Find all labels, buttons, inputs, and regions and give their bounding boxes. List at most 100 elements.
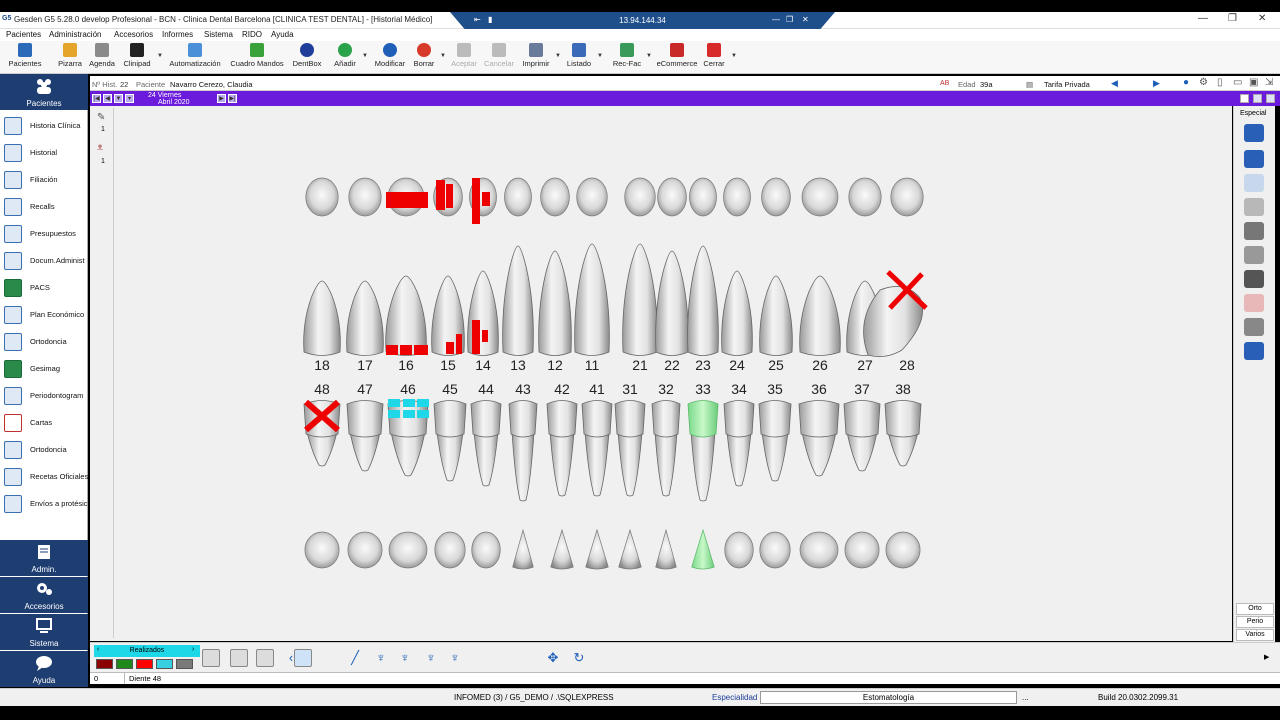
prev-date-icon[interactable]: ◀ — [103, 94, 112, 103]
brace-tool-icon[interactable] — [322, 649, 340, 667]
restore-icon[interactable]: ❐ — [1228, 13, 1237, 24]
nav-section-sistema[interactable]: Sistema — [0, 614, 88, 650]
nav-item-9[interactable]: Gesimag — [4, 356, 88, 382]
curve-tool-icon[interactable] — [294, 649, 312, 667]
incisor-tool-icon[interactable]: ♆ — [422, 649, 440, 667]
line-tool-icon[interactable]: ╱ — [346, 649, 364, 667]
upper-tooth-24[interactable] — [721, 270, 753, 356]
upper-tooth-21[interactable] — [622, 243, 658, 356]
lower-tooth-33[interactable] — [687, 400, 719, 438]
nav-header-pacientes[interactable]: Pacientes — [0, 74, 88, 110]
view-single-icon[interactable] — [1240, 94, 1249, 103]
agenda-button[interactable]: Agenda — [86, 41, 118, 73]
lower-tooth-32[interactable] — [651, 400, 681, 438]
upper-tooth-16[interactable] — [385, 275, 427, 356]
nav-section-accesorios[interactable]: Accesorios — [0, 577, 88, 613]
lower-tooth-43[interactable] — [508, 400, 538, 438]
menu-sistema[interactable]: Sistema — [204, 30, 233, 39]
arch-wire-icon[interactable] — [470, 649, 488, 667]
check-box-icon[interactable] — [256, 649, 274, 667]
upper-tooth-26[interactable] — [799, 275, 841, 356]
lower-occlusal-tooth-34[interactable] — [724, 531, 754, 569]
bottom-scroll-right-icon[interactable]: ▶ — [1264, 653, 1269, 661]
move-tool-icon[interactable]: ✥ — [544, 649, 562, 667]
cerrar-dropdown-icon[interactable]: ▼ — [731, 53, 737, 59]
menu-rido[interactable]: RIDO — [242, 30, 262, 39]
upper-occlusal-tooth-21[interactable] — [624, 177, 656, 217]
odontogram-chart[interactable] — [290, 170, 940, 580]
cancelar-button[interactable]: Cancelar — [483, 41, 515, 73]
color-swatch-1[interactable] — [116, 659, 133, 669]
doctor-icon[interactable] — [1244, 150, 1264, 168]
nav-item-5[interactable]: Docum.Administ — [4, 248, 88, 274]
upper-tooth-11[interactable] — [574, 243, 610, 356]
lower-tooth-41[interactable] — [581, 400, 613, 438]
upper-occlusal-tooth-18[interactable] — [305, 177, 339, 217]
monitor-small-icon[interactable]: ▣ — [1249, 77, 1258, 88]
first-date-icon[interactable]: |◀ — [92, 94, 101, 103]
color-swatch-4[interactable] — [176, 659, 193, 669]
mouth-icon[interactable] — [1244, 270, 1264, 288]
menu-ayuda[interactable]: Ayuda — [271, 30, 294, 39]
lower-occlusal-tooth-43[interactable] — [512, 528, 534, 570]
lower-tooth-31[interactable] — [614, 400, 646, 438]
nav-item-12[interactable]: Ortodoncia — [4, 437, 88, 463]
gums-icon[interactable] — [1244, 294, 1264, 312]
premolar-tool-icon[interactable]: ♆ — [396, 649, 414, 667]
nav-item-11[interactable]: Cartas — [4, 410, 88, 436]
close-window-icon[interactable]: ✕ — [1258, 13, 1266, 24]
nav-item-6[interactable]: PACS — [4, 275, 88, 301]
remote-close-icon[interactable]: ✕ — [802, 15, 809, 24]
lower-occlusal-tooth-48[interactable] — [304, 531, 340, 569]
lower-tooth-34[interactable] — [723, 400, 755, 438]
tooth-root-icon[interactable] — [1244, 198, 1264, 216]
orto-tab[interactable]: Orto — [1236, 603, 1274, 615]
nav-item-7[interactable]: Plan Económico — [4, 302, 88, 328]
lower-occlusal-tooth-32[interactable] — [655, 528, 677, 570]
anadir-dropdown-icon[interactable]: ▼ — [362, 53, 368, 59]
color-swatch-3[interactable] — [156, 659, 173, 669]
realizados-next-icon[interactable]: › — [192, 646, 194, 653]
perio-tab[interactable]: Perio — [1236, 616, 1274, 628]
lower-occlusal-tooth-35[interactable] — [759, 531, 791, 569]
upper-tooth-25[interactable] — [759, 275, 793, 356]
nav-item-8[interactable]: Ortodoncia — [4, 329, 88, 355]
lower-occlusal-tooth-44[interactable] — [471, 531, 501, 569]
next-patient-icon[interactable]: ▶ — [1153, 78, 1160, 89]
nav-section-admin[interactable]: Admin. — [0, 540, 88, 576]
ecommerce-button[interactable]: eCommerce — [655, 41, 699, 73]
upper-occlusal-tooth-22[interactable] — [657, 177, 687, 217]
pizarra-button[interactable]: Pizarra — [55, 41, 85, 73]
lower-occlusal-tooth-36[interactable] — [799, 531, 839, 569]
down-date-icon[interactable]: ▾ — [125, 94, 134, 103]
lower-tooth-38[interactable] — [884, 400, 922, 438]
teeth-tool-icon[interactable]: ᴥ — [97, 142, 103, 153]
varios-tab[interactable]: Varios — [1236, 629, 1274, 641]
pacientes-button[interactable]: Pacientes — [6, 41, 44, 73]
upper-occlusal-tooth-27[interactable] — [848, 177, 882, 217]
especialidad-more-icon[interactable]: ... — [1022, 693, 1029, 702]
lower-occlusal-tooth-46[interactable] — [388, 531, 428, 569]
document-icon[interactable]: ▯ — [1217, 77, 1223, 88]
upper-occlusal-tooth-26[interactable] — [801, 177, 839, 217]
prev-patient-icon[interactable]: ◀ — [1111, 78, 1118, 89]
rotate-tool-icon[interactable]: ↻ — [570, 649, 588, 667]
anadir-button[interactable]: Añadir — [331, 41, 359, 73]
nav-section-ayuda[interactable]: Ayuda — [0, 651, 88, 687]
pencil-icon[interactable] — [230, 649, 248, 667]
upper-tooth-12[interactable] — [538, 250, 572, 356]
menu-informes[interactable]: Informes — [162, 30, 193, 39]
modificar-button[interactable]: Modificar — [371, 41, 409, 73]
upper-tooth-17[interactable] — [346, 280, 384, 356]
band-tool-icon[interactable] — [494, 649, 512, 667]
upper-occlusal-tooth-28[interactable] — [890, 177, 924, 217]
menu-pacientes[interactable]: Pacientes — [6, 30, 41, 39]
arch-icon[interactable] — [1244, 246, 1264, 264]
lower-tooth-36[interactable] — [798, 400, 840, 438]
menu-accesorios[interactable]: Accesorios — [114, 30, 153, 39]
color-swatch-0[interactable] — [96, 659, 113, 669]
lower-tooth-37[interactable] — [843, 400, 881, 438]
lower-tooth-45[interactable] — [433, 400, 467, 438]
lower-tooth-44[interactable] — [470, 400, 502, 438]
view-grid-icon[interactable] — [1266, 94, 1275, 103]
